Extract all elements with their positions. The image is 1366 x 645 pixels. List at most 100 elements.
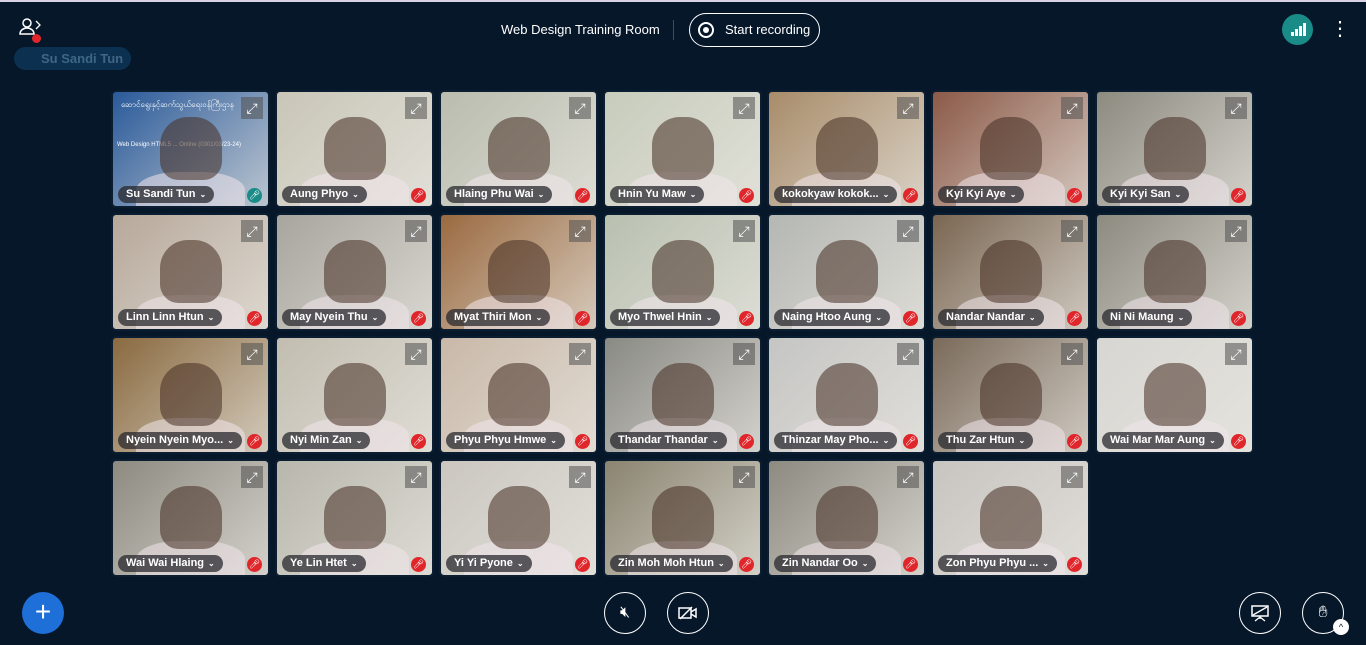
participant-video-face [815,117,878,180]
meeting-title: Web Design Training Room [501,22,660,37]
actions-button[interactable]: + [22,592,64,634]
participant-name-dropdown[interactable]: Kyi Kyi San ⌄ [1102,186,1190,203]
chevron-down-icon: ⌄ [1042,559,1049,568]
microphone-muted-icon: 🎤︎ [1231,434,1246,449]
fullscreen-button[interactable]: ⤢ [1225,97,1247,119]
microphone-muted-icon: 🎤︎ [247,557,262,572]
fullscreen-button[interactable]: ⤢ [405,220,427,242]
speaker-muted-icon: 🔇︎ [619,604,631,621]
participant-name-dropdown[interactable]: Phyu Phyu Hmwe ⌄ [446,432,565,449]
video-tile: ⤢ Phyu Phyu Hmwe ⌄ 🎤︎ [439,336,598,454]
participant-name-dropdown[interactable]: Hlaing Phu Wai ⌄ [446,186,553,203]
fullscreen-button[interactable]: ⤢ [1061,343,1083,365]
participant-name-dropdown[interactable]: Myat Thiri Mon ⌄ [446,309,551,326]
fullscreen-button[interactable]: ⤢ [733,97,755,119]
expand-icon: ⤢ [410,346,422,362]
fullscreen-button[interactable]: ⤢ [897,97,919,119]
audio-button[interactable]: 🔇︎ [604,592,646,634]
video-button[interactable] [667,592,709,634]
toggle-user-list-button[interactable] [18,17,46,45]
fullscreen-button[interactable]: ⤢ [569,220,591,242]
fullscreen-button[interactable]: ⤢ [1061,466,1083,488]
fullscreen-button[interactable]: ⤢ [405,343,427,365]
participant-name-dropdown[interactable]: Nandar Nandar ⌄ [938,309,1044,326]
participant-name-dropdown[interactable]: Zin Moh Moh Htun ⌄ [610,555,733,572]
microphone-muted-icon: 🎤︎ [1067,311,1082,326]
participant-name-dropdown[interactable]: Myo Thwel Hnin ⌄ [610,309,721,326]
chevron-down-icon: ⌄ [355,436,363,445]
fullscreen-button[interactable]: ⤢ [897,220,919,242]
participant-name-dropdown[interactable]: May Nyein Thu ⌄ [282,309,387,326]
participant-name: Naing Htoo Aung [782,311,872,323]
fullscreen-button[interactable]: ⤢ [569,343,591,365]
participant-name-dropdown[interactable]: Wai Wai Hlaing ⌄ [118,555,223,572]
expand-icon: ⤢ [1066,223,1078,239]
fullscreen-button[interactable]: ⤢ [1061,97,1083,119]
participant-name: Nyi Min Zan [290,434,352,446]
fullscreen-button[interactable]: ⤢ [241,466,263,488]
fullscreen-button[interactable]: ⤢ [897,343,919,365]
participant-name: Kyi Kyi Aye [946,188,1006,200]
participant-video-face [323,117,386,180]
microphone-muted-icon: 🎤︎ [575,188,590,203]
participant-name-dropdown[interactable]: Naing Htoo Aung ⌄ [774,309,891,326]
participant-video-face [651,363,714,426]
participant-name-dropdown[interactable]: Thu Zar Htun ⌄ [938,432,1034,449]
video-tile: ⤢ Linn Linn Htun ⌄ 🎤︎ [111,213,270,331]
fullscreen-button[interactable]: ⤢ [241,343,263,365]
video-tile: ⤢ Nyein Nyein Myo... ⌄ 🎤︎ [111,336,270,454]
participant-name-dropdown[interactable]: Thandar Thandar ⌄ [610,432,727,449]
participant-name-dropdown[interactable]: Zin Nandar Oo ⌄ [774,555,877,572]
fullscreen-button[interactable]: ⤢ [1061,220,1083,242]
participant-name-dropdown[interactable]: Wai Mar Mar Aung ⌄ [1102,432,1224,449]
participant-video-face [651,240,714,303]
video-tile: ⤢ Wai Wai Hlaing ⌄ 🎤︎ [111,459,270,577]
fullscreen-button[interactable]: ⤢ [241,220,263,242]
fullscreen-button[interactable]: ⤢ [569,466,591,488]
fullscreen-button[interactable]: ⤢ [733,220,755,242]
microphone-muted-icon: 🎤︎ [411,557,426,572]
participant-name: Phyu Phyu Hmwe [454,434,547,446]
fullscreen-button[interactable]: ⤢ [897,466,919,488]
fullscreen-button[interactable]: ⤢ [1225,343,1247,365]
participant-name-dropdown[interactable]: kokokyaw kokok... ⌄ [774,186,898,203]
divider [673,20,674,40]
participant-video-face [323,240,386,303]
participant-name-dropdown[interactable]: Zon Phyu Phyu ... ⌄ [938,555,1057,572]
participant-name-dropdown[interactable]: Nyein Nyein Myo... ⌄ [118,432,242,449]
fullscreen-button[interactable]: ⤢ [241,97,263,119]
participant-name-dropdown[interactable]: Nyi Min Zan ⌄ [282,432,371,449]
options-menu-button[interactable]: ⋮ [1330,18,1350,40]
participant-name-dropdown[interactable]: Thinzar May Pho... ⌄ [774,432,898,449]
expand-icon: ⤢ [1066,469,1078,485]
fullscreen-button[interactable]: ⤢ [733,466,755,488]
participant-name-dropdown[interactable]: Kyi Kyi Aye ⌄ [938,186,1025,203]
chevron-down-icon: ⌄ [875,313,883,322]
start-recording-button[interactable]: Start recording [689,13,820,47]
video-tile: ⤢ Ye Lin Htet ⌄ 🎤︎ [275,459,434,577]
fullscreen-button[interactable]: ⤢ [405,97,427,119]
participant-name-dropdown[interactable]: Yi Yi Pyone ⌄ [446,555,532,572]
participant-video-face [979,486,1042,549]
participant-name: Ye Lin Htet [290,557,347,569]
participant-name-dropdown[interactable]: Linn Linn Htun ⌄ [118,309,223,326]
record-icon [698,22,714,38]
participant-name-dropdown[interactable]: Ni Ni Maung ⌄ [1102,309,1193,326]
fullscreen-button[interactable]: ⤢ [405,466,427,488]
participant-video-face [979,363,1042,426]
participant-name-dropdown[interactable]: Su Sandi Tun ⌄ [118,186,215,203]
fullscreen-button[interactable]: ⤢ [1225,220,1247,242]
participant-name: Yi Yi Pyone [454,557,513,569]
participant-name: Myat Thiri Mon [454,311,532,323]
microphone-muted-icon: 🎤︎ [247,311,262,326]
chevron-down-icon: ⌄ [717,559,725,568]
participant-name-dropdown[interactable]: Aung Phyo ⌄ [282,186,367,203]
chevron-down-icon: ⌄ [1177,313,1185,322]
participant-name-dropdown[interactable]: Ye Lin Htet ⌄ [282,555,366,572]
reactions-expand-button[interactable]: ^ [1333,619,1349,635]
participant-name-dropdown[interactable]: Hnin Yu Maw ⌄ [610,186,705,203]
fullscreen-button[interactable]: ⤢ [733,343,755,365]
screen-share-button[interactable] [1239,592,1281,634]
connection-status-button[interactable] [1282,14,1313,45]
fullscreen-button[interactable]: ⤢ [569,97,591,119]
